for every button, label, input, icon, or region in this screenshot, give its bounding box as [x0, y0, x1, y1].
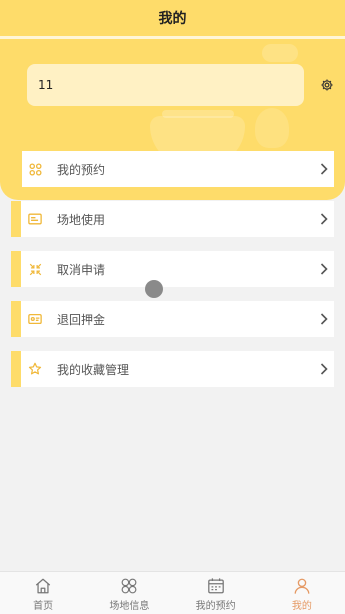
menu-item-label: 场地使用 — [57, 212, 106, 227]
chevron-right-icon — [319, 162, 329, 176]
person-icon — [292, 576, 312, 596]
grid-circles-icon — [27, 161, 43, 177]
menu-item-refund-deposit[interactable]: 退回押金 — [11, 301, 334, 337]
bottom-tab-bar: 首页 场地信息 我的预约 我的 — [0, 571, 345, 614]
chevron-right-icon — [319, 362, 329, 376]
menu-accent-bar — [11, 251, 21, 287]
tab-venue-info[interactable]: 场地信息 — [86, 572, 172, 614]
home-icon — [33, 576, 53, 596]
tab-home[interactable]: 首页 — [0, 572, 86, 614]
menu-item-label: 退回押金 — [57, 312, 106, 327]
touch-indicator — [145, 280, 163, 298]
menu-accent-bar — [11, 351, 21, 387]
venue-circles-icon — [119, 576, 139, 596]
page-title: 我的 — [158, 11, 187, 27]
user-name: 11 — [38, 78, 54, 92]
chevron-right-icon — [319, 312, 329, 326]
navigation-bar: 我的 — [0, 0, 345, 36]
app-root: 我的 11 我的预约 场地使用 取消申请 退回押金 我的收藏管理 首页 场地信息… — [0, 0, 345, 614]
star-icon — [27, 361, 43, 377]
tab-label: 我的 — [291, 601, 312, 612]
menu-item-cancel-application[interactable]: 取消申请 — [11, 251, 334, 287]
decorative-cloud — [262, 44, 298, 62]
decorative-plant — [255, 108, 289, 148]
chevron-right-icon — [319, 262, 329, 276]
tab-profile[interactable]: 我的 — [259, 572, 345, 614]
menu-item-my-reservations[interactable]: 我的预约 — [22, 151, 334, 187]
card-icon — [27, 211, 43, 227]
menu-item-label: 我的预约 — [57, 162, 106, 177]
menu-accent-bar — [11, 201, 21, 237]
tab-label: 我的预约 — [195, 601, 236, 612]
menu-item-label: 我的收藏管理 — [57, 362, 130, 377]
menu-item-favorites-management[interactable]: 我的收藏管理 — [11, 351, 334, 387]
tab-label: 首页 — [33, 601, 54, 612]
settings-button[interactable] — [318, 76, 336, 94]
nav-divider — [0, 36, 345, 39]
menu-item-label: 取消申请 — [57, 262, 106, 277]
menu-item-venue-usage[interactable]: 场地使用 — [11, 201, 334, 237]
tab-my-reservations[interactable]: 我的预约 — [173, 572, 259, 614]
tab-label: 场地信息 — [109, 601, 150, 612]
chevron-right-icon — [319, 212, 329, 226]
wallet-icon — [27, 311, 43, 327]
calendar-icon — [206, 576, 226, 596]
user-card[interactable]: 11 — [27, 64, 304, 106]
gear-icon — [321, 79, 333, 91]
menu-accent-bar — [11, 301, 21, 337]
shrink-arrows-icon — [27, 261, 43, 277]
